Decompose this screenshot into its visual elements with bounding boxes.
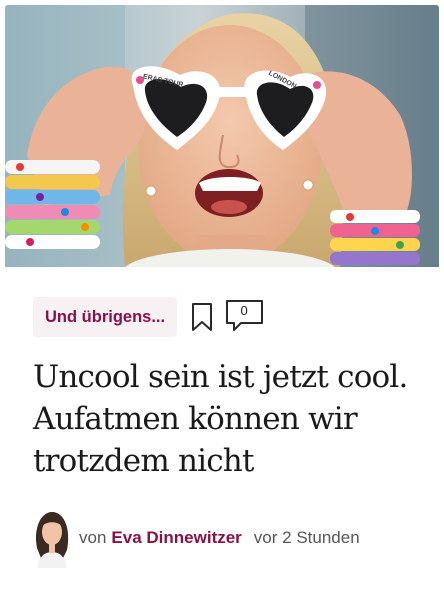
byline-prefix: von	[79, 528, 107, 547]
publish-time: vor 2 Stunden	[253, 528, 360, 547]
comment-count: 0	[240, 303, 248, 318]
article-card[interactable]: ERAS TOUR LONDON Und übrigens... 0 Uncoo…	[0, 0, 444, 600]
article-image[interactable]: ERAS TOUR LONDON	[5, 5, 439, 267]
comments-button[interactable]: 0	[225, 299, 265, 335]
author-avatar	[35, 512, 69, 568]
article-headline[interactable]: Uncool sein ist jetzt cool. Aufatmen kön…	[33, 356, 423, 482]
bookmark-icon	[192, 303, 213, 331]
byline: von Eva Dinnewitzer vor 2 Stunden	[33, 508, 360, 568]
author-link[interactable]: Eva Dinnewitzer	[111, 528, 241, 548]
hero-photo: ERAS TOUR LONDON	[5, 5, 439, 267]
bookmark-button[interactable]	[189, 300, 215, 334]
category-badge[interactable]: Und übrigens...	[33, 297, 178, 337]
article-meta-row: Und übrigens... 0	[33, 296, 265, 338]
